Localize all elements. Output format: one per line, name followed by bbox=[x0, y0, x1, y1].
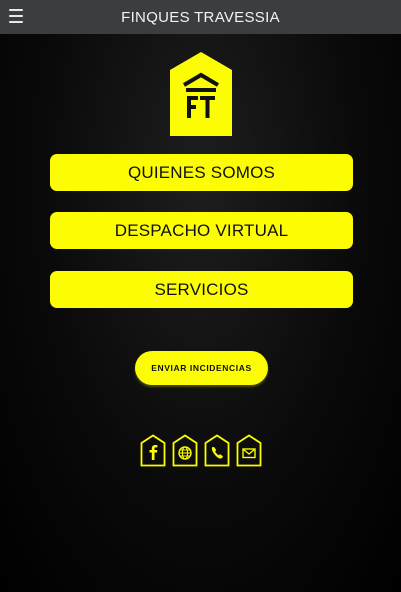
finques-travessia-logo bbox=[170, 52, 232, 136]
enviar-incidencias-button[interactable]: ENVIAR INCIDENCIAS bbox=[135, 351, 268, 385]
app-title: FINQUES TRAVESSIA bbox=[121, 8, 280, 26]
quienes-somos-button[interactable]: QUIENES SOMOS bbox=[50, 154, 353, 191]
phone-icon[interactable] bbox=[204, 434, 230, 467]
app-screen: FINQUES TRAVESSIA QUIENES SOMOS DESPACHO… bbox=[0, 0, 401, 592]
hamburger-menu-icon[interactable] bbox=[9, 9, 23, 23]
facebook-icon[interactable] bbox=[140, 434, 166, 467]
top-bar: FINQUES TRAVESSIA bbox=[0, 0, 401, 34]
despacho-virtual-button[interactable]: DESPACHO VIRTUAL bbox=[50, 212, 353, 249]
globe-icon[interactable] bbox=[172, 434, 198, 467]
servicios-button[interactable]: SERVICIOS bbox=[50, 271, 353, 308]
email-icon[interactable] bbox=[236, 434, 262, 467]
